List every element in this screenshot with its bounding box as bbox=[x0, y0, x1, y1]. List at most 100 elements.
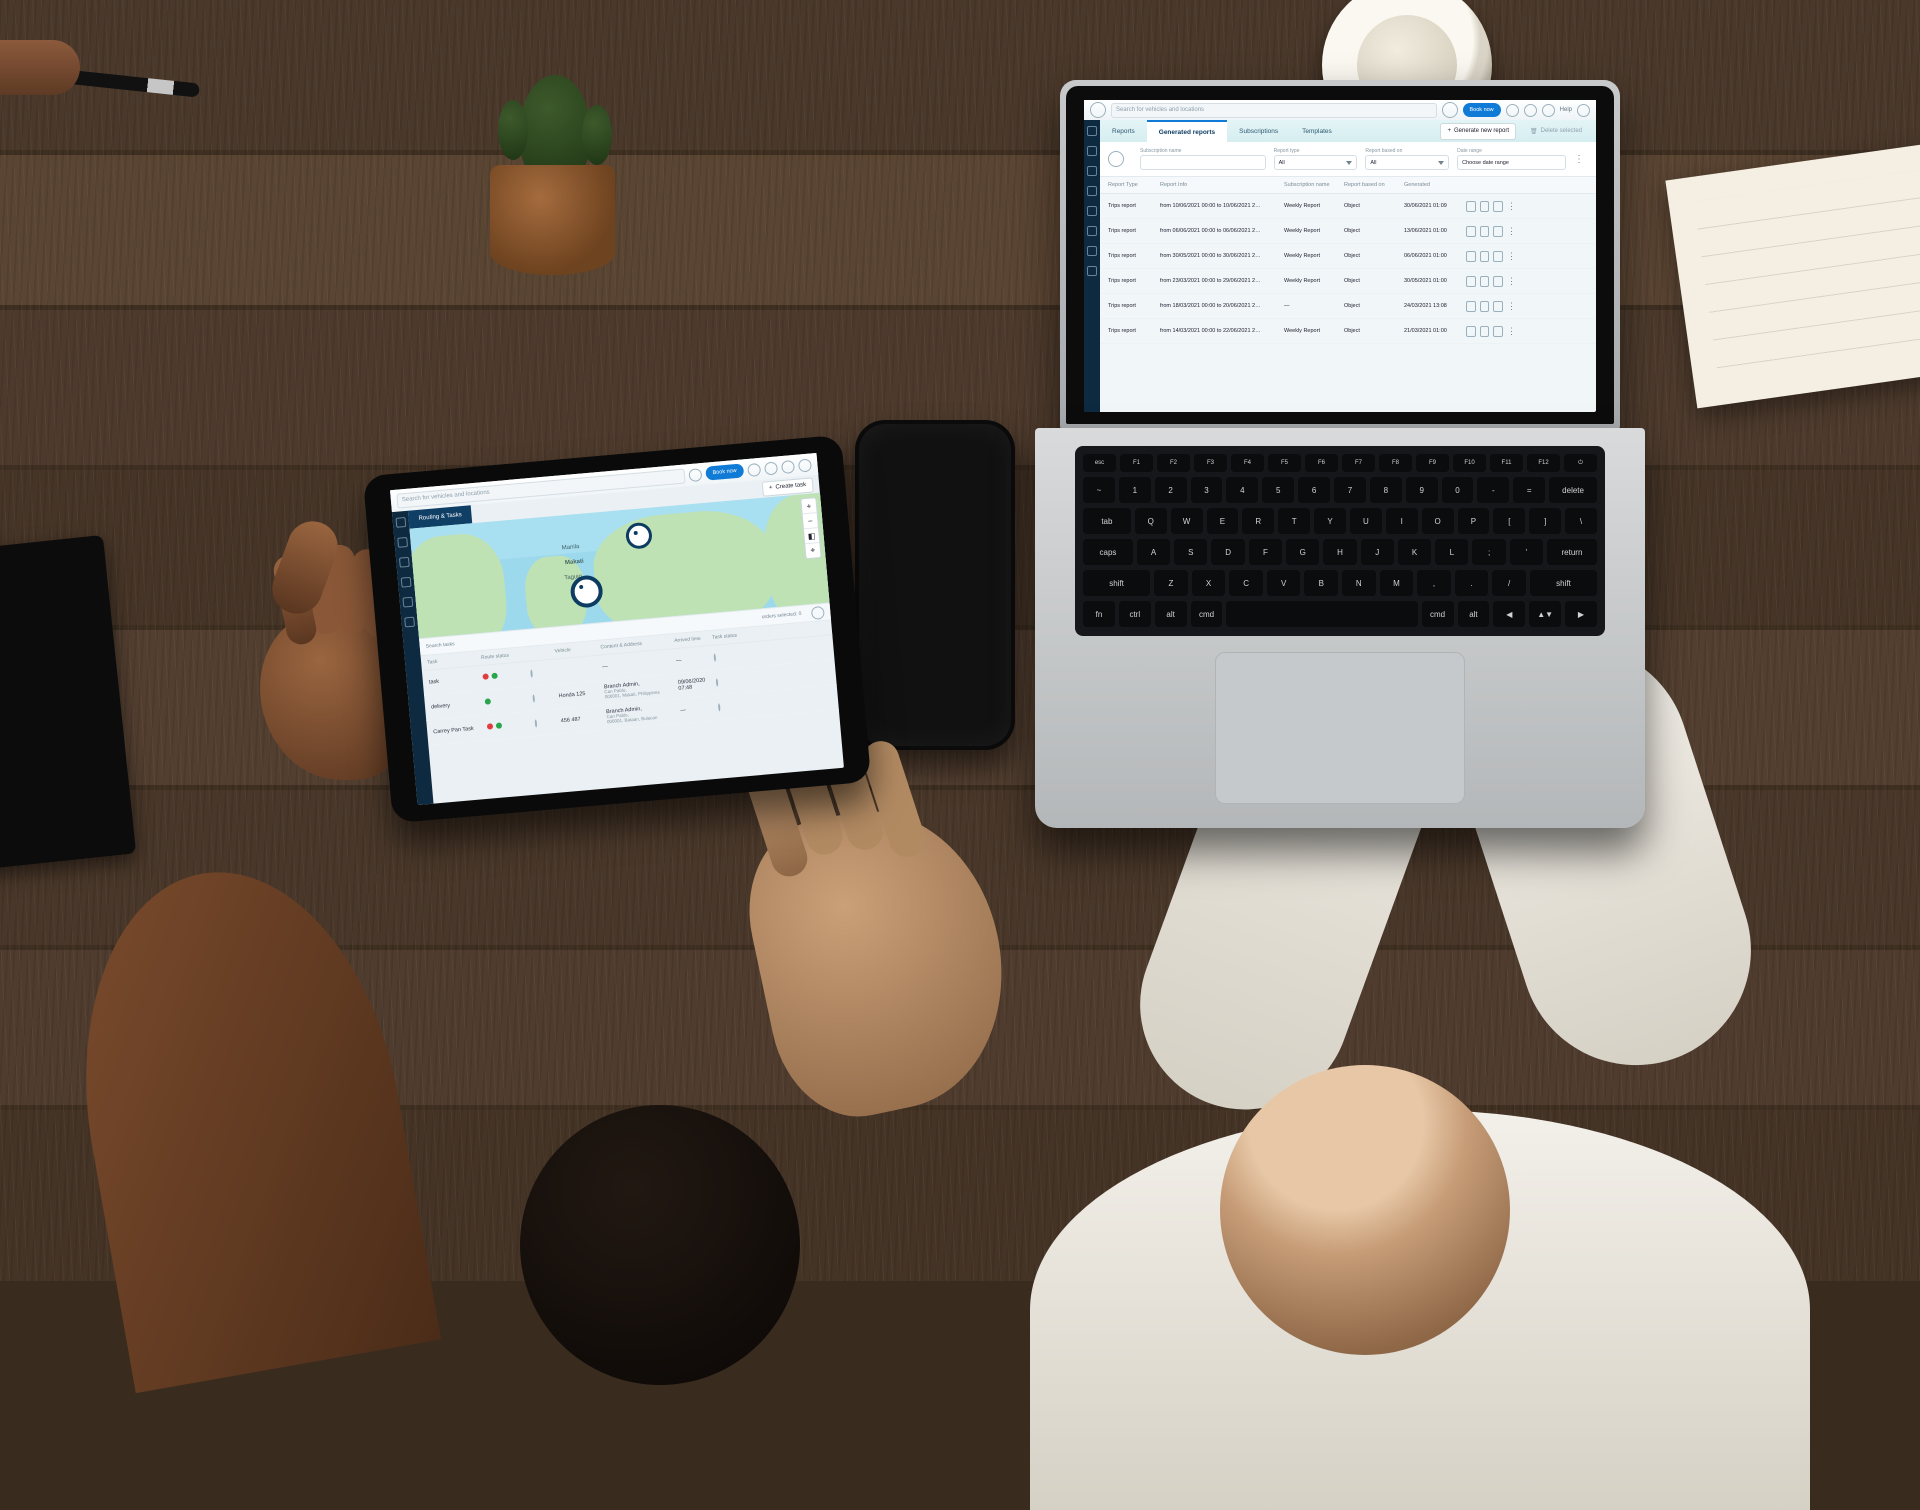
key[interactable]: Q bbox=[1135, 508, 1167, 534]
report-row[interactable]: Trips reportfrom 06/06/2021 00:00 to 06/… bbox=[1100, 219, 1596, 244]
key[interactable]: esc bbox=[1083, 454, 1116, 472]
rail-icon[interactable] bbox=[395, 517, 406, 528]
key[interactable]: 6 bbox=[1298, 477, 1330, 503]
rail-icon[interactable] bbox=[1087, 206, 1097, 216]
delete-icon[interactable] bbox=[1493, 276, 1503, 287]
rail-icon[interactable] bbox=[399, 557, 410, 568]
search-input[interactable]: Search for vehicles and locations bbox=[1111, 103, 1437, 118]
kebab-icon[interactable]: ⋮ bbox=[1507, 301, 1516, 312]
key[interactable]: 2 bbox=[1155, 477, 1187, 503]
key[interactable]: ▶ bbox=[1565, 601, 1597, 627]
report-row[interactable]: Trips reportfrom 18/03/2021 00:00 to 20/… bbox=[1100, 294, 1596, 319]
key[interactable]: I bbox=[1386, 508, 1418, 534]
key[interactable]: H bbox=[1323, 539, 1356, 565]
download-icon[interactable] bbox=[1480, 301, 1490, 312]
key[interactable]: F4 bbox=[1231, 454, 1264, 472]
key[interactable]: Z bbox=[1154, 570, 1188, 596]
key[interactable]: K bbox=[1398, 539, 1431, 565]
key[interactable]: 5 bbox=[1262, 477, 1294, 503]
rail-icon[interactable] bbox=[1087, 166, 1097, 176]
key[interactable]: A bbox=[1137, 539, 1170, 565]
filter-basedon-select[interactable]: All bbox=[1365, 155, 1449, 170]
filter-search-icon[interactable] bbox=[1108, 151, 1124, 167]
key[interactable]: shift bbox=[1083, 570, 1150, 596]
key[interactable]: cmd bbox=[1422, 601, 1454, 627]
key[interactable]: F bbox=[1249, 539, 1282, 565]
key[interactable]: C bbox=[1229, 570, 1263, 596]
key[interactable]: 3 bbox=[1191, 477, 1223, 503]
rail-icon[interactable] bbox=[1087, 226, 1097, 236]
download-icon[interactable] bbox=[1480, 251, 1490, 262]
rail-icon[interactable] bbox=[1087, 246, 1097, 256]
rail-icon[interactable] bbox=[1087, 126, 1097, 136]
key[interactable]: F8 bbox=[1379, 454, 1412, 472]
kebab-icon[interactable]: ⋮ bbox=[1507, 276, 1516, 287]
report-row[interactable]: Trips reportfrom 30/05/2021 00:00 to 30/… bbox=[1100, 244, 1596, 269]
delete-icon[interactable] bbox=[1493, 226, 1503, 237]
tab-reports[interactable]: Reports bbox=[1100, 120, 1147, 142]
key[interactable]: E bbox=[1207, 508, 1239, 534]
key[interactable]: F10 bbox=[1453, 454, 1486, 472]
key[interactable]: shift bbox=[1530, 570, 1597, 596]
key[interactable]: . bbox=[1455, 570, 1489, 596]
key[interactable]: R bbox=[1242, 508, 1274, 534]
key[interactable]: ~ bbox=[1083, 477, 1115, 503]
rail-icon[interactable] bbox=[1087, 186, 1097, 196]
key[interactable]: F12 bbox=[1527, 454, 1560, 472]
trackpad[interactable] bbox=[1215, 652, 1465, 804]
key[interactable] bbox=[1226, 601, 1417, 627]
download-icon[interactable] bbox=[1480, 226, 1490, 237]
settings-icon[interactable] bbox=[1524, 104, 1537, 117]
download-icon[interactable] bbox=[1480, 276, 1490, 287]
key[interactable]: O bbox=[1422, 508, 1454, 534]
key[interactable]: 0 bbox=[1442, 477, 1474, 503]
key[interactable]: F9 bbox=[1416, 454, 1449, 472]
tab-generated-reports[interactable]: Generated reports bbox=[1147, 120, 1227, 142]
key[interactable]: N bbox=[1342, 570, 1376, 596]
key[interactable]: ⏻ bbox=[1564, 454, 1597, 472]
key[interactable]: - bbox=[1477, 477, 1509, 503]
key[interactable]: / bbox=[1492, 570, 1526, 596]
delete-icon[interactable] bbox=[1493, 201, 1503, 212]
notifications-icon[interactable] bbox=[781, 459, 795, 473]
key[interactable]: tab bbox=[1083, 508, 1131, 534]
copy-icon[interactable] bbox=[1466, 201, 1476, 212]
book-now-button[interactable]: Book now bbox=[705, 463, 744, 480]
report-row[interactable]: Trips reportfrom 10/06/2021 00:00 to 10/… bbox=[1100, 194, 1596, 219]
key[interactable]: \ bbox=[1565, 508, 1597, 534]
key[interactable]: ctrl bbox=[1119, 601, 1151, 627]
key[interactable]: B bbox=[1304, 570, 1338, 596]
key[interactable]: W bbox=[1171, 508, 1203, 534]
key[interactable]: caps bbox=[1083, 539, 1133, 565]
kebab-icon[interactable]: ⋮ bbox=[1507, 326, 1516, 337]
key[interactable]: 7 bbox=[1334, 477, 1366, 503]
notifications-icon[interactable] bbox=[1542, 104, 1555, 117]
key[interactable]: , bbox=[1417, 570, 1451, 596]
refresh-icon[interactable] bbox=[747, 462, 761, 476]
key[interactable]: T bbox=[1278, 508, 1310, 534]
keyboard[interactable]: escF1F2F3F4F5F6F7F8F9F10F11F12⏻ ~1234567… bbox=[1075, 446, 1605, 636]
delete-icon[interactable] bbox=[1493, 251, 1503, 262]
copy-icon[interactable] bbox=[1466, 226, 1476, 237]
key[interactable]: X bbox=[1192, 570, 1226, 596]
rail-icon[interactable] bbox=[404, 617, 415, 628]
delete-selected-button[interactable]: 🗑 Delete selected bbox=[1524, 124, 1588, 139]
zoom-layers-icon[interactable]: ◧ bbox=[804, 527, 819, 543]
key[interactable]: L bbox=[1435, 539, 1468, 565]
key[interactable]: = bbox=[1513, 477, 1545, 503]
filter-subname-input[interactable] bbox=[1140, 155, 1266, 170]
refresh-icon[interactable] bbox=[1506, 104, 1519, 117]
zoom-out-button[interactable]: − bbox=[803, 512, 818, 528]
key[interactable]: [ bbox=[1493, 508, 1525, 534]
zoom-in-button[interactable]: + bbox=[801, 498, 816, 513]
copy-icon[interactable] bbox=[1466, 326, 1476, 337]
key[interactable]: ▲▼ bbox=[1529, 601, 1561, 627]
key[interactable]: S bbox=[1174, 539, 1207, 565]
zoom-locate-icon[interactable]: ⌖ bbox=[805, 542, 820, 558]
rail-icon[interactable] bbox=[401, 577, 412, 588]
filter-type-select[interactable]: All bbox=[1274, 155, 1358, 170]
key[interactable]: V bbox=[1267, 570, 1301, 596]
key[interactable]: return bbox=[1547, 539, 1597, 565]
key[interactable]: F7 bbox=[1342, 454, 1375, 472]
kebab-icon[interactable]: ⋮ bbox=[1507, 226, 1516, 237]
